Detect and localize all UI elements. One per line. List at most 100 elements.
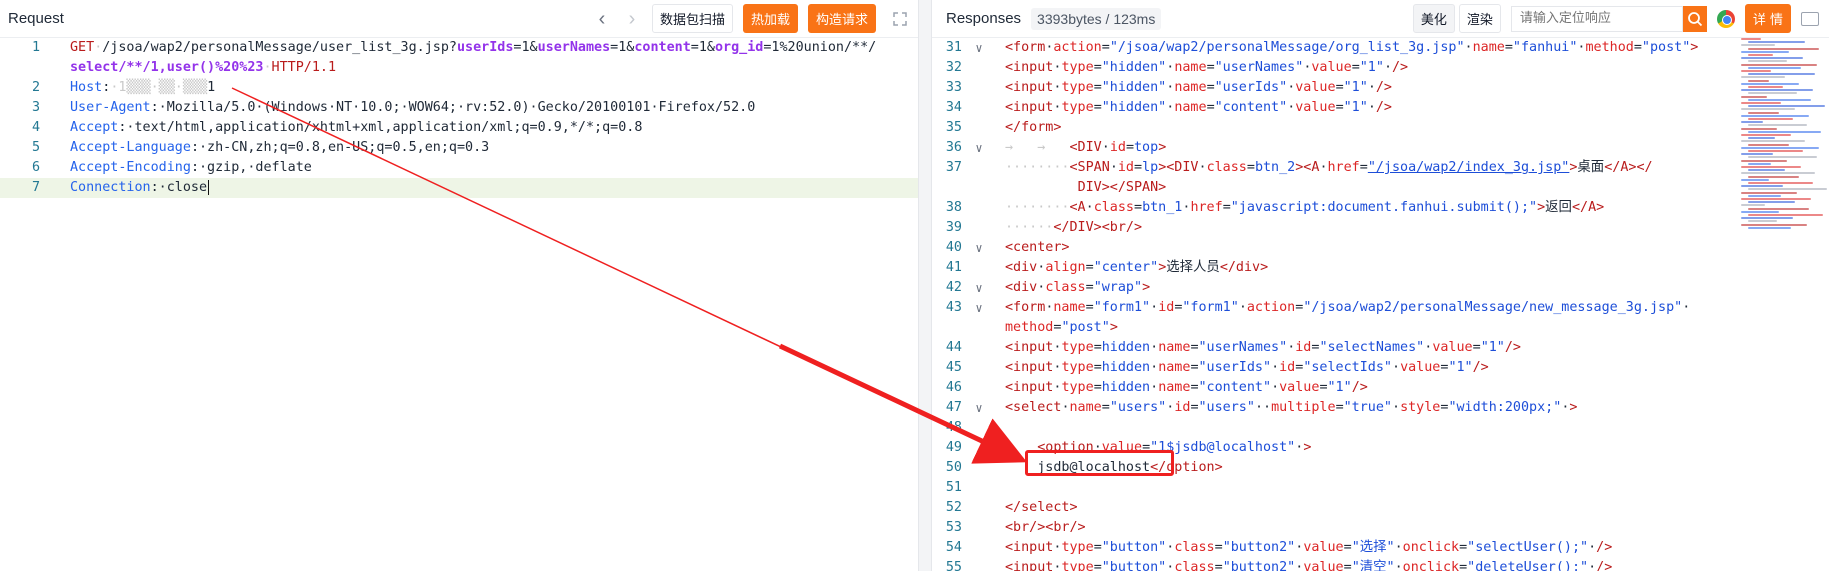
expand-icon[interactable] <box>892 11 908 27</box>
code-token: value <box>1303 560 1344 571</box>
code-token: "users" <box>1198 400 1255 415</box>
capture-scan-button[interactable]: 数据包扫描 <box>651 4 733 33</box>
code-token: "/jsoa/wap2/personalMessage/new_message_… <box>1303 300 1683 315</box>
chrome-icon[interactable] <box>1716 9 1735 28</box>
code-line[interactable]: DIV></SPAN> <box>932 178 1829 198</box>
code-line[interactable]: 44 <input·type=hidden·name="userNames"·id… <box>932 338 1829 358</box>
code-line[interactable]: 41 <div·align="center">选择人员</div> <box>932 258 1829 278</box>
code-token: <select <box>1005 400 1062 415</box>
code-line[interactable]: 43 ∨ <form·name="form1"·id="form1"·action=… <box>932 298 1829 318</box>
code-token: → → <box>1005 140 1070 155</box>
minimap-line <box>1741 102 1781 104</box>
code-line[interactable]: select/**/1,user()%20%23·HTTP/1.1 <box>0 58 918 78</box>
code-token: multiple <box>1271 400 1336 415</box>
code-token: DIV></SPAN> <box>1077 180 1167 195</box>
code-token: = <box>1093 540 1102 555</box>
minimap-line <box>1741 95 1767 98</box>
code-line[interactable]: 47 ∨ <select·name="users"·id="users"··mult… <box>932 398 1829 418</box>
details-button[interactable]: 详 情 <box>1744 4 1791 33</box>
search-icon[interactable] <box>1682 5 1707 32</box>
beautify-button[interactable]: 美化 <box>1412 4 1455 33</box>
code-line[interactable]: 5 Accept-Language:·zh-CN,zh;q=0.8,en-US;q… <box>0 138 918 158</box>
code-line[interactable]: 4 Accept:·text/html,application/xhtml+xml… <box>0 118 918 138</box>
code-minimap[interactable] <box>1741 38 1827 238</box>
code-line[interactable]: 45 <input·type=hidden·name="userIds"·id="… <box>932 358 1829 378</box>
code-token: =1& <box>690 40 715 55</box>
code-token: > <box>1690 40 1699 55</box>
code-line[interactable]: method="post"> <box>932 318 1829 338</box>
chevron-right-icon[interactable]: › <box>622 9 642 29</box>
code-token: = <box>1134 160 1143 175</box>
request-toolbar: Request ‹ › 数据包扫描 热加载 构造请求 <box>0 0 918 38</box>
code-line[interactable]: 51 <box>932 478 1829 498</box>
code-line[interactable]: 48 <box>932 418 1829 438</box>
code-token: <A <box>1069 200 1086 215</box>
code-line[interactable]: 32 <input·type="hidden"·name="userNames"·… <box>932 58 1829 78</box>
comment-icon[interactable] <box>1801 11 1819 26</box>
code-line[interactable]: 2 Host:·1▒▒▒·▒▒·▒▒▒1 <box>0 78 918 98</box>
minimap-line <box>1748 86 1783 88</box>
pane-splitter[interactable] <box>918 0 932 571</box>
code-line[interactable]: 33 <input·type="hidden"·name="userIds"·va… <box>932 78 1829 98</box>
render-button[interactable]: 渲染 <box>1458 4 1501 33</box>
code-line[interactable]: 39 ······</DIV><br/> <box>932 218 1829 238</box>
code-line[interactable]: 34 <input·type="hidden"·name="content"·va… <box>932 98 1829 118</box>
fold-chevron-icon[interactable]: ∨ <box>972 398 986 418</box>
line-number: 46 <box>945 380 962 395</box>
minimap-line <box>1748 66 1801 69</box>
line-text: <input·type="hidden"·name="content"·valu… <box>1005 98 1392 118</box>
code-token: = <box>1343 560 1352 571</box>
construct-request-button[interactable]: 构造请求 <box>807 4 876 33</box>
code-token: = <box>1459 540 1468 555</box>
code-token: > <box>1537 200 1546 215</box>
code-line[interactable]: 1 GET·/jsoa/wap2/personalMessage/user_lis… <box>0 38 918 58</box>
code-token: > <box>1158 140 1167 155</box>
code-line[interactable]: 6 Accept-Encoding:·gzip,·deflate <box>0 158 918 178</box>
line-number: 34 <box>945 100 962 115</box>
line-number: 49 <box>945 440 962 455</box>
code-token: "1" <box>1343 80 1368 95</box>
code-token: onclick <box>1402 560 1460 571</box>
code-token: GET <box>70 40 95 55</box>
request-editor[interactable]: 1 GET·/jsoa/wap2/personalMessage/user_lis… <box>0 38 918 571</box>
code-token: <input <box>1005 80 1054 95</box>
fold-chevron-icon[interactable]: ∨ <box>972 138 986 158</box>
code-token: = <box>1335 100 1344 115</box>
fold-chevron-icon[interactable]: ∨ <box>972 278 986 298</box>
code-line[interactable]: 53 <br/><br/> <box>932 518 1829 538</box>
line-text: Accept:·text/html,application/xhtml+xml,… <box>70 118 642 138</box>
code-line[interactable]: 35 </form> <box>932 118 1829 138</box>
code-token: = <box>1190 380 1199 395</box>
code-line[interactable]: 46 <input·type=hidden·name="content"·valu… <box>932 378 1829 398</box>
code-token: name <box>1472 40 1505 55</box>
code-line[interactable]: 31 ∨ <form·action="/jsoa/wap2/personalMess… <box>932 38 1829 58</box>
code-line[interactable]: 7 Connection:·close <box>0 178 918 198</box>
code-line[interactable]: 40 ∨ <center> <box>932 238 1829 258</box>
code-line[interactable]: 37 ········<SPAN·id=lp><DIV·class=btn_2><… <box>932 158 1829 178</box>
code-token: top <box>1134 140 1159 155</box>
code-line[interactable]: 52 </select> <box>932 498 1829 518</box>
chevron-left-icon[interactable]: ‹ <box>592 9 612 29</box>
locate-response-input[interactable] <box>1510 5 1683 32</box>
code-token: = <box>1093 100 1102 115</box>
code-token: · <box>1150 340 1159 355</box>
code-token: = <box>1190 340 1199 355</box>
line-text: Accept-Encoding:·gzip,·deflate <box>70 158 312 178</box>
code-line[interactable]: 38 ········<A·class=btn_1·href="javascrip… <box>932 198 1829 218</box>
fold-chevron-icon[interactable]: ∨ <box>972 238 986 258</box>
request-title: Request <box>8 10 64 27</box>
code-token: · <box>1394 560 1403 571</box>
fold-chevron-icon[interactable]: ∨ <box>972 38 986 58</box>
hot-load-button[interactable]: 热加载 <box>742 4 798 33</box>
code-line[interactable]: 54 <input·type="button"·class="button2"·v… <box>932 538 1829 558</box>
code-line[interactable]: 3 User-Agent:·Mozilla/5.0·(Windows·NT·10.… <box>0 98 918 118</box>
code-token: id <box>1174 400 1191 415</box>
code-line[interactable]: 55 <input·type="button"·class="button2"·v… <box>932 558 1829 571</box>
code-line[interactable]: 36 ∨ → → <DIV·id=top> <box>932 138 1829 158</box>
fold-chevron-icon[interactable]: ∨ <box>972 298 986 318</box>
code-token: · <box>1682 300 1691 315</box>
code-token: class <box>1045 280 1086 295</box>
response-title: Responses <box>946 10 1022 27</box>
code-line[interactable]: 42 ∨ <div·class="wrap"> <box>932 278 1829 298</box>
response-editor[interactable]: 31 ∨ <form·action="/jsoa/wap2/personalMess… <box>932 38 1829 571</box>
